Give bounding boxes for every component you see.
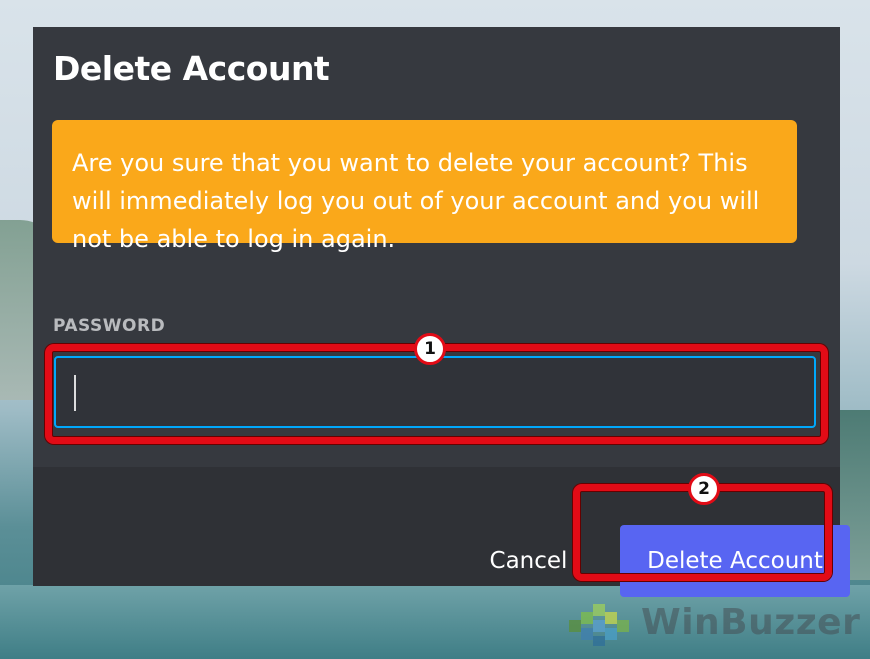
winbuzzer-watermark: WinBuzzer — [567, 592, 867, 652]
warning-text: Are you sure that you want to delete you… — [72, 149, 760, 253]
winbuzzer-logo-icon — [569, 604, 629, 646]
warning-banner: Are you sure that you want to delete you… — [52, 120, 797, 253]
watermark-text: WinBuzzer — [641, 602, 861, 643]
password-label: PASSWORD — [53, 316, 166, 336]
step-1-badge: 1 — [414, 333, 446, 365]
cancel-button[interactable]: Cancel — [471, 537, 586, 585]
step-2-badge: 2 — [688, 473, 720, 505]
dialog-title: Delete Account — [53, 49, 330, 88]
